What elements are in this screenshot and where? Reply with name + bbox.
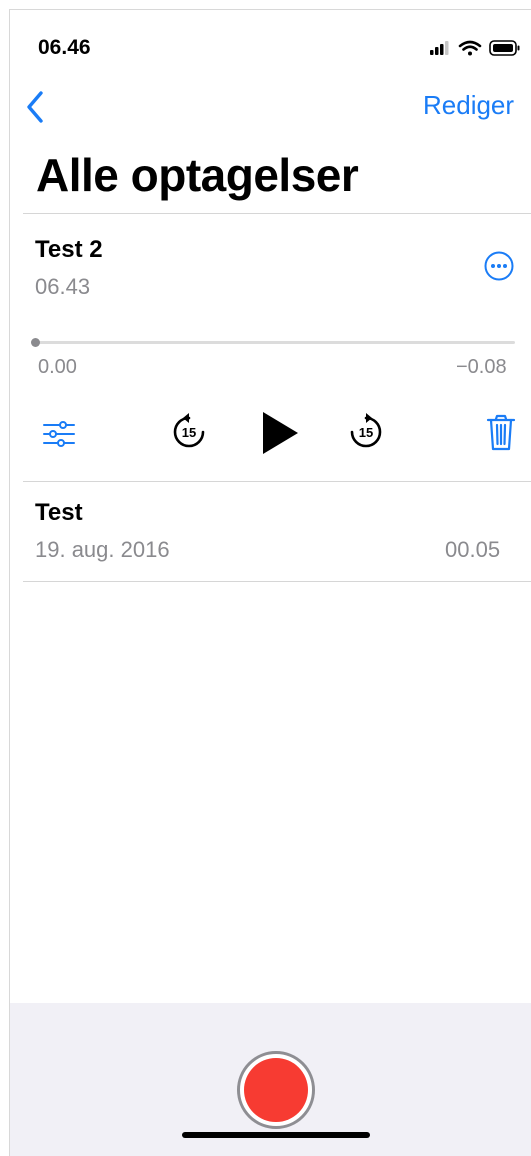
play-icon [263,412,298,454]
elapsed-time: 0.00 [38,356,77,378]
skip-forward-15-icon: 15 [350,413,382,448]
skip-back-button[interactable]: 15 [170,412,208,452]
trash-icon [486,414,516,451]
record-icon [237,1051,315,1129]
home-indicator[interactable] [182,1132,370,1138]
edit-button[interactable]: Rediger [423,90,514,121]
record-button[interactable] [236,1050,316,1130]
scrubber-handle[interactable] [31,338,40,347]
ellipsis-circle-icon [484,251,514,281]
skip-forward-button[interactable]: 15 [347,412,385,452]
svg-text:15: 15 [359,425,373,440]
svg-text:15: 15 [182,425,196,440]
list-item[interactable] [10,482,531,581]
recording-date: 19. aug. 2016 [35,537,170,562]
remaining-time: −0.08 [456,356,507,378]
playback-options-button[interactable] [41,416,77,452]
recording-date: 06.43 [35,274,91,299]
recording-duration: 00.05 [445,537,501,562]
app-screen: 06.46 Rediger Alle optagelser Test 2 06.… [9,9,531,1156]
recording-name[interactable]: Test 2 [35,236,103,264]
recording-name[interactable]: Test [35,499,83,527]
divider [23,581,531,582]
status-time: 06.46 [38,36,91,59]
chevron-left-icon [27,91,43,123]
battery-icon [489,40,520,56]
play-button[interactable] [259,409,301,457]
page-title: Alle optagelser [36,149,359,201]
more-button[interactable] [483,250,515,282]
skip-back-15-icon: 15 [173,413,205,448]
status-icons [424,38,524,58]
playback-scrubber[interactable] [31,338,515,347]
sliders-icon [43,421,75,447]
signal-icon [430,41,449,55]
wifi-icon [458,40,482,56]
back-button[interactable] [24,89,46,125]
delete-button[interactable] [486,414,516,452]
